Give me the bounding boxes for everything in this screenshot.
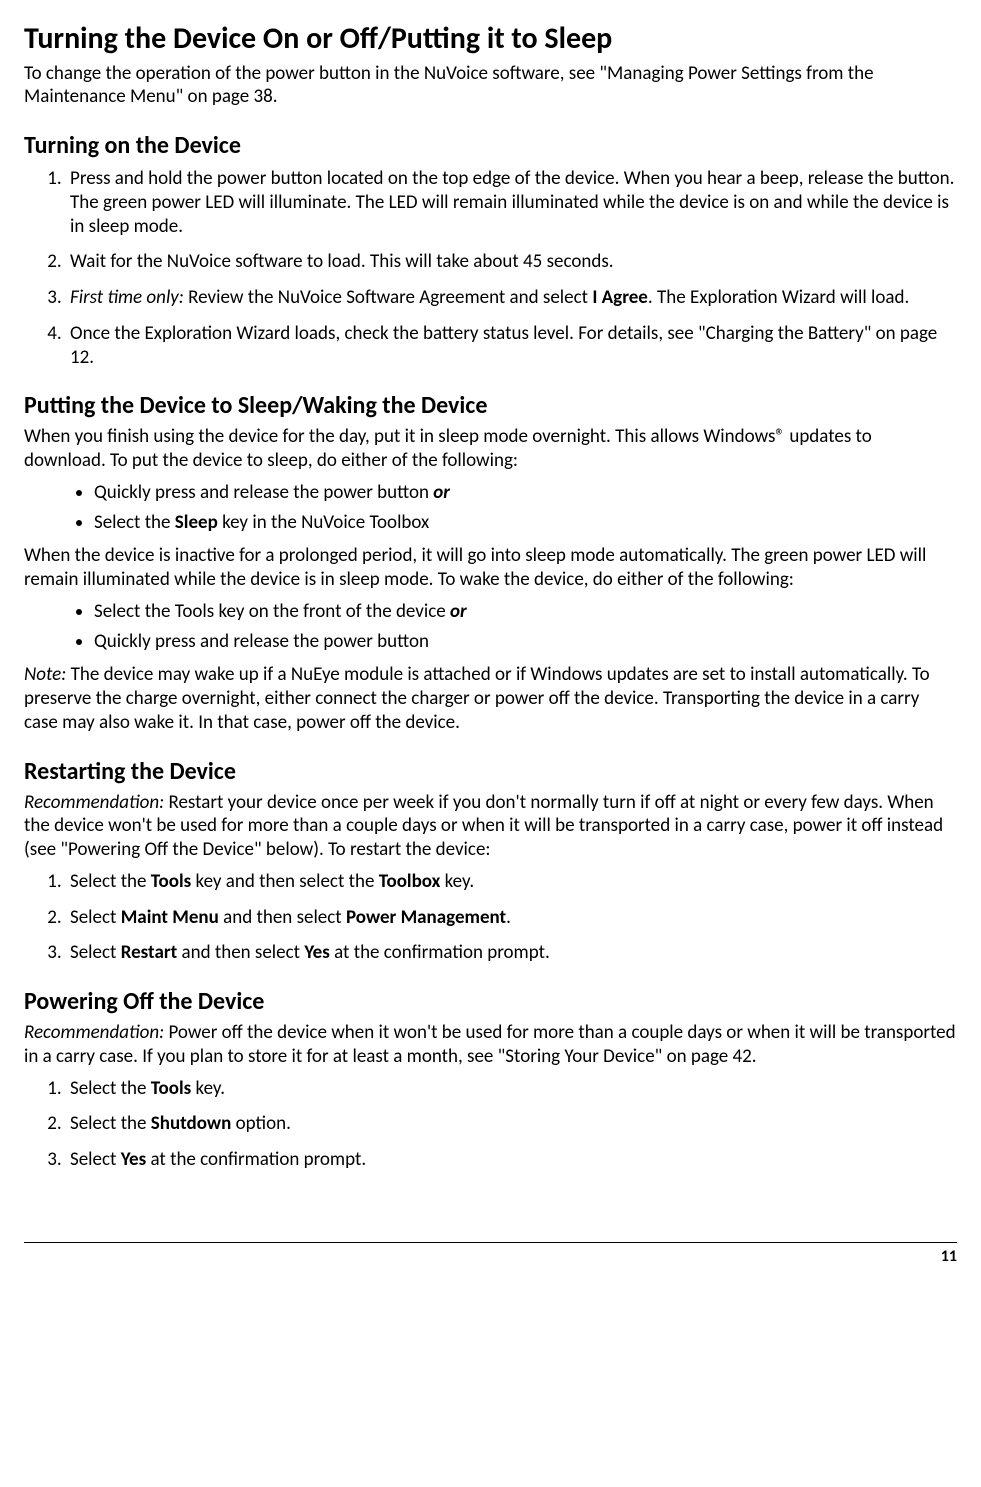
text: Select xyxy=(70,941,121,964)
note-paragraph: Note: The device may wake up if a NuEye … xyxy=(24,663,957,734)
list-item: Quickly press and release the power butt… xyxy=(94,630,957,654)
text: Restart xyxy=(121,941,177,964)
text: Recommendation: xyxy=(24,791,164,814)
list-item: Press and hold the power button located … xyxy=(66,167,957,238)
text: key in the NuVoice Toolbox xyxy=(218,511,430,534)
section-heading-turning-on: Turning on the Device xyxy=(24,131,957,161)
text: option. xyxy=(231,1112,291,1135)
text: Select xyxy=(70,1148,121,1171)
text: and then select xyxy=(177,941,304,964)
text: . The Exploration Wizard will load. xyxy=(648,286,909,309)
list-item: Select the Shutdown option. xyxy=(66,1112,957,1136)
text: at the confirmation prompt. xyxy=(146,1148,366,1171)
text: Power Management xyxy=(346,906,506,929)
text: Select the xyxy=(70,1077,151,1100)
text: Shutdown xyxy=(151,1112,231,1135)
recommendation-paragraph: Recommendation: Power off the device whe… xyxy=(24,1021,957,1069)
intro-paragraph: To change the operation of the power but… xyxy=(24,62,957,110)
list-item: Select the Sleep key in the NuVoice Tool… xyxy=(94,511,957,535)
text: Select the Tools key on the front of the… xyxy=(94,600,450,623)
paragraph: When you finish using the device for the… xyxy=(24,425,957,473)
wake-options: Select the Tools key on the front of the… xyxy=(24,600,957,654)
text: Quickly press and release the power butt… xyxy=(94,481,433,504)
list-item: Select the Tools key and then select the… xyxy=(66,870,957,894)
text: Tools xyxy=(151,870,191,893)
page-footer: 11 xyxy=(24,1242,957,1267)
list-item: Select the Tools key on the front of the… xyxy=(94,600,957,624)
text: Tools xyxy=(151,1077,191,1100)
page-title: Turning the Device On or Off/Putting it … xyxy=(24,20,957,58)
text: Recommendation: xyxy=(24,1021,164,1044)
poweroff-steps: Select the Tools key. Select the Shutdow… xyxy=(24,1077,957,1172)
paragraph: When the device is inactive for a prolon… xyxy=(24,544,957,592)
text: Sleep xyxy=(175,511,218,534)
text: Select xyxy=(70,906,121,929)
text: Note: xyxy=(24,663,66,686)
text: key and then select the xyxy=(191,870,378,893)
list-item: First time only: Review the NuVoice Soft… xyxy=(66,286,957,310)
text: Select the xyxy=(70,1112,151,1135)
text: Yes xyxy=(304,941,330,964)
page-number: 11 xyxy=(941,1247,957,1266)
section-heading-restart: Restarting the Device xyxy=(24,757,957,787)
text: key. xyxy=(191,1077,225,1100)
text: key. xyxy=(440,870,474,893)
turning-on-steps: Press and hold the power button located … xyxy=(24,167,957,369)
text: Power off the device when it won't be us… xyxy=(24,1021,956,1068)
list-item: Select Maint Menu and then select Power … xyxy=(66,906,957,930)
section-heading-sleep: Putting the Device to Sleep/Waking the D… xyxy=(24,391,957,421)
list-item: Wait for the NuVoice software to load. T… xyxy=(66,250,957,274)
text: or xyxy=(433,481,450,504)
text: . xyxy=(506,906,511,929)
text: at the confirmation prompt. xyxy=(330,941,550,964)
sleep-options: Quickly press and release the power butt… xyxy=(24,481,957,535)
text: and then select xyxy=(219,906,346,929)
text: Review the NuVoice Software Agreement an… xyxy=(184,286,592,309)
list-item: Once the Exploration Wizard loads, check… xyxy=(66,322,957,370)
text: First time only: xyxy=(70,286,184,309)
text: The device may wake up if a NuEye module… xyxy=(24,663,930,734)
text: I Agree xyxy=(592,286,648,309)
list-item: Select the Tools key. xyxy=(66,1077,957,1101)
list-item: Select Restart and then select Yes at th… xyxy=(66,941,957,965)
text: Toolbox xyxy=(379,870,441,893)
text: or xyxy=(450,600,467,623)
text: Maint Menu xyxy=(121,906,219,929)
list-item: Select Yes at the confirmation prompt. xyxy=(66,1148,957,1172)
recommendation-paragraph: Recommendation: Restart your device once… xyxy=(24,791,957,862)
text: Select the xyxy=(70,870,151,893)
list-item: Quickly press and release the power butt… xyxy=(94,481,957,505)
text: Select the xyxy=(94,511,175,534)
text: Yes xyxy=(121,1148,147,1171)
section-heading-poweroff: Powering Off the Device xyxy=(24,987,957,1017)
restart-steps: Select the Tools key and then select the… xyxy=(24,870,957,965)
